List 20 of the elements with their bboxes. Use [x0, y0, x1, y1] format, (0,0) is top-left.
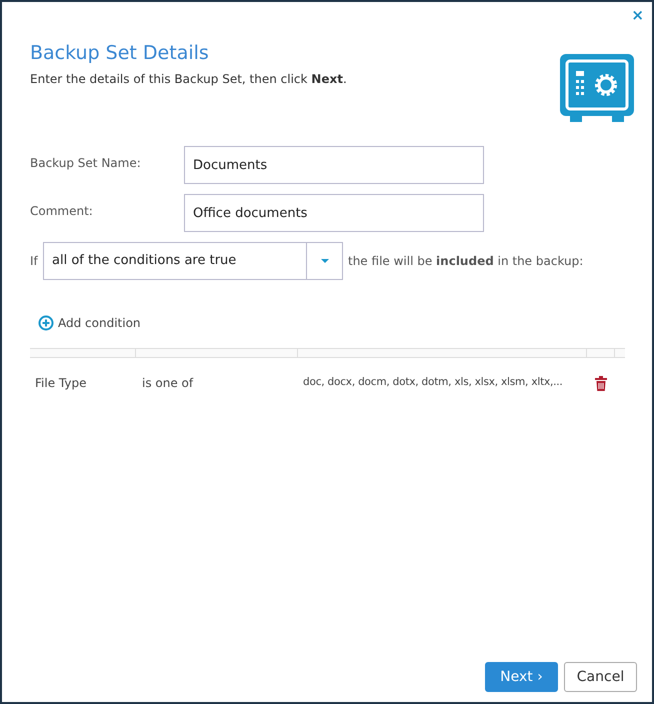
rule-prefix: If — [30, 253, 39, 270]
rule-description: the file will be included in the backup: — [348, 253, 584, 270]
field-label: Backup Set Name: — [30, 155, 142, 172]
trash-icon[interactable] — [595, 376, 607, 390]
dialog-title: Backup Set Details — [30, 41, 210, 66]
safe-icon — [560, 54, 634, 122]
plus-circle-icon — [38, 315, 54, 331]
table-cell-text: File Type — [34, 375, 88, 392]
table-cell-text: doc, docx, docm, dotx, dotm, xls, xlsx, xlsm, xltx,... — [302, 375, 564, 390]
next-button[interactable]: Next › — [485, 662, 558, 692]
input-field[interactable]: Documents — [184, 146, 484, 184]
condition-dropdown[interactable]: all of the conditions are true — [43, 242, 343, 280]
input-field[interactable]: Office documents — [184, 194, 484, 232]
cancel-button[interactable]: Cancel — [564, 662, 637, 692]
add-condition-button[interactable]: Add condition — [38, 314, 141, 332]
field-label: Comment: — [30, 203, 94, 220]
table-cell-text: is one of — [141, 375, 194, 392]
caret-icon — [320, 259, 328, 263]
close-button[interactable]: × — [631, 6, 644, 24]
dialog-subtitle: Enter the details of this Backup Set, then click Next. — [30, 71, 347, 88]
